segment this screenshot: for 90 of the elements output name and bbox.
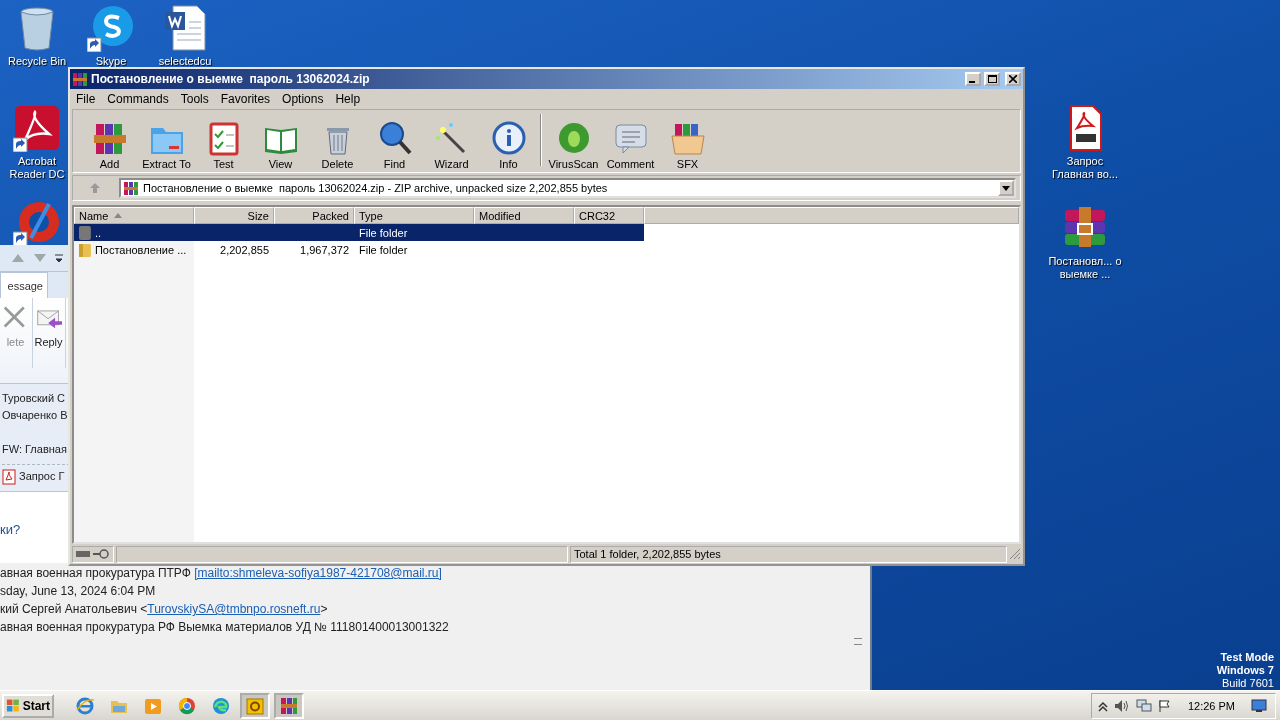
parent-folder-icon — [78, 224, 92, 241]
email-link[interactable]: TurovskiySA@tmbnpo.rosneft.ru — [147, 602, 321, 616]
mail-app-icon — [245, 695, 265, 716]
attachment-name[interactable]: Запрос Г — [19, 468, 65, 485]
menu-item[interactable]: Tools — [174, 90, 215, 108]
pdf-file-icon — [2, 468, 16, 485]
chevron-up-icon[interactable] — [1097, 699, 1108, 712]
system-watermark-text: Test Mode — [1220, 651, 1274, 664]
network-icon[interactable] — [1135, 698, 1152, 713]
flag-icon[interactable] — [1157, 698, 1172, 713]
archive-icon — [72, 71, 88, 87]
icon-label: Recycle Bin — [6, 55, 68, 68]
toolbar-button[interactable]: Find — [366, 112, 423, 170]
column-header[interactable]: Size — [194, 207, 274, 224]
ribbon-tab[interactable]: essage — [0, 272, 48, 298]
menu-item[interactable]: Options — [276, 90, 330, 108]
key-icon — [93, 549, 109, 559]
menu-item[interactable]: Commands — [101, 90, 175, 108]
column-header[interactable]: Name — [74, 207, 194, 224]
menu-item[interactable]: Help — [329, 90, 367, 108]
clock-text: 12:26 PM — [1187, 699, 1235, 712]
toolbar-button[interactable]: Comment — [602, 112, 659, 170]
header-line: авная военная прокуратура ПТРФ [mailto:shmeleva-sofiya1987-421708@mail.ru] — [0, 565, 443, 582]
toolbar-button[interactable]: Add — [81, 112, 138, 170]
start-button[interactable]: Start — [2, 693, 54, 718]
header-line: авная военная прокуратура РФ Выемка материалов УД № 111801400013001322 — [0, 619, 450, 636]
dropdown-button[interactable] — [998, 180, 1014, 196]
column-header[interactable]: Type — [354, 207, 474, 224]
column-header[interactable]: Modified — [474, 207, 574, 224]
scrollbar-grip[interactable] — [854, 638, 862, 645]
archive-icon — [279, 695, 299, 716]
recipient-name: Туровский С — [2, 391, 67, 406]
header-line: sday, June 13, 2024 6:04 PM — [0, 583, 157, 600]
recipient-name: Овчаренко В — [2, 408, 69, 423]
file-name: .. — [94, 226, 102, 239]
browser-e-icon — [75, 695, 95, 716]
resize-grip-icon[interactable] — [1009, 548, 1021, 560]
chrome-browser-icon — [177, 695, 197, 716]
close-icon — [1009, 75, 1017, 83]
drive-icon — [76, 550, 90, 558]
archive-icon — [123, 180, 139, 196]
toolbar-button[interactable]: VirusScan — [545, 112, 602, 170]
icon-label: Skype — [94, 55, 128, 68]
menu-item[interactable]: Favorites — [214, 90, 277, 108]
window-title: Постановление о выемке пароль 13062024.zip — [91, 72, 371, 86]
info-icon — [490, 120, 527, 156]
email-link[interactable]: [mailto:shmeleva-sofiya1987-421708@mail.ru] — [194, 566, 442, 580]
taskbar-button[interactable] — [240, 692, 270, 719]
speaker-icon[interactable] — [1113, 698, 1130, 713]
message-subject: FW: Главная — [2, 442, 68, 457]
toolbar-button[interactable]: Info — [480, 112, 537, 170]
status-text: Total 1 folder, 2,202,855 bytes — [573, 548, 721, 560]
table-cell-text: 1,967,372 — [299, 243, 350, 256]
toolbar-button[interactable]: Extract To — [138, 112, 195, 170]
system-watermark-text: Windows 7 — [1216, 664, 1274, 677]
edge-browser-icon — [211, 695, 231, 716]
column-header[interactable]: CRC32 — [574, 207, 644, 224]
body-text: ки? — [0, 522, 22, 537]
toolbar-button[interactable]: Wizard — [423, 112, 480, 170]
icon-label: Acrobat Reader DC — [8, 155, 66, 181]
menu-item[interactable]: File — [70, 90, 102, 108]
file-row[interactable]: .. File folder — [74, 224, 644, 241]
file-row[interactable]: Постановление ... 2,202,855 1,967,372 File folder — [74, 241, 644, 258]
toolbar-button[interactable]: SFX — [659, 112, 716, 170]
taskbar-button[interactable] — [274, 692, 304, 719]
monitor-icon — [1251, 698, 1267, 713]
close-button[interactable] — [1005, 72, 1021, 86]
icon-label: selectedcu — [157, 55, 213, 68]
maximize-icon — [987, 75, 997, 83]
toolbar-button[interactable]: Delete — [309, 112, 366, 170]
table-cell-text: File folder — [358, 226, 409, 239]
table-cell-text: 2,202,855 — [219, 243, 270, 256]
table-cell-text: File folder — [358, 243, 409, 256]
toolbar-button[interactable]: Test — [195, 112, 252, 170]
minimize-button[interactable] — [965, 72, 981, 86]
column-header[interactable]: Packed — [274, 207, 354, 224]
header-line: кий Сергей Анатольевич <TurovskiySA@tmbnpo.rosneft.ru> — [0, 601, 329, 618]
system-watermark-text: Build 7601 — [1222, 677, 1274, 690]
file-name: Постановление ... — [94, 243, 188, 256]
icon-label: Постановл... о выемке ... — [1048, 255, 1122, 281]
toolbar-button[interactable]: View — [252, 112, 309, 170]
ribbon-button[interactable]: Reply — [32, 298, 66, 368]
dropdown-icon[interactable] — [54, 251, 64, 265]
address-field[interactable]: Постановление о выемке пароль 13062024.zip - ZIP archive, unpacked size 2,202,855 bytes — [119, 178, 1016, 198]
caret-icon — [1002, 185, 1010, 191]
folder-icon — [78, 241, 92, 258]
windows-logo-icon — [6, 697, 21, 714]
icon-label: Запрос Главная во... — [1051, 155, 1119, 181]
up-arrow-icon — [89, 182, 101, 194]
maximize-button[interactable] — [984, 72, 1000, 86]
